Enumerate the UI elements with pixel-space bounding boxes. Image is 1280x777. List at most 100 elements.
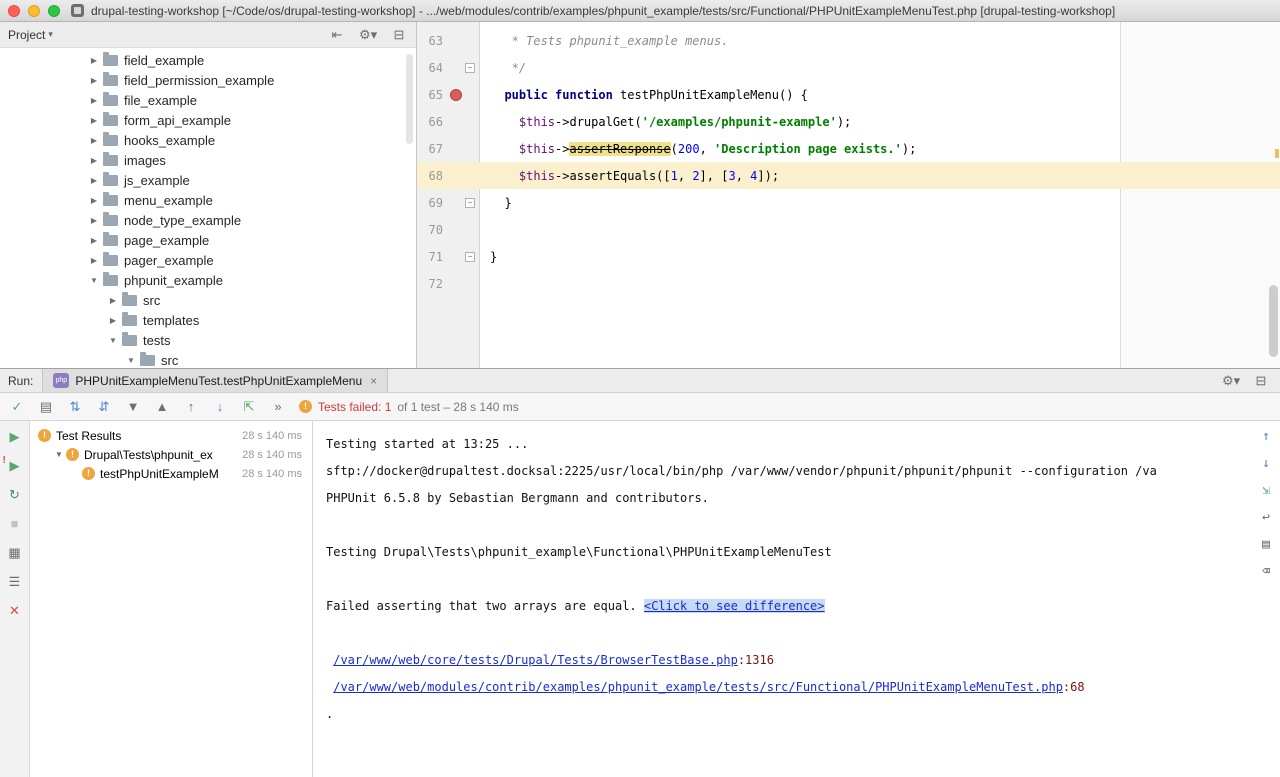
hide-panel-icon[interactable]: ⊟: [1252, 373, 1270, 389]
test-failed-icon: !: [66, 448, 79, 461]
chevron-right-icon[interactable]: ▶: [86, 136, 102, 145]
project-tree-item-phpunit_example[interactable]: ▼phpunit_example: [0, 270, 416, 290]
test-tree-item[interactable]: !Test Results28 s 140 ms: [30, 426, 312, 445]
project-tree-item-node_type_example[interactable]: ▶ node_type_example: [0, 210, 416, 230]
tree-item-label: page_example: [124, 233, 209, 248]
hide-panel-icon[interactable]: ⊟: [390, 27, 408, 43]
code-line-72[interactable]: 72: [417, 270, 1280, 297]
print-icon[interactable]: ▤: [1257, 537, 1275, 553]
run-tab[interactable]: php PHPUnitExampleMenuTest.testPhpUnitEx…: [42, 369, 388, 392]
editor-scrollbar[interactable]: [1269, 285, 1278, 357]
fold-icon[interactable]: −: [465, 63, 475, 73]
tree-item-label: node_type_example: [124, 213, 241, 228]
expand-all-icon[interactable]: ▼: [124, 399, 142, 415]
test-failed-gutter-icon[interactable]: [450, 89, 462, 101]
gutter-cell: 70: [417, 216, 480, 243]
console-link[interactable]: /var/www/web/core/tests/Drupal/Tests/Bro…: [333, 653, 738, 667]
toggle-auto-test-icon[interactable]: ↻: [6, 487, 24, 503]
project-tree-item-src[interactable]: ▶src: [0, 290, 416, 310]
settings-icon[interactable]: ⚙▾: [1222, 373, 1240, 389]
import-test-results-icon[interactable]: ⇱: [240, 399, 258, 415]
chevron-right-icon[interactable]: ▶: [105, 316, 121, 325]
chevron-right-icon[interactable]: ▶: [86, 256, 102, 265]
stop-icon[interactable]: ■: [6, 516, 24, 532]
project-tree-item-file_example[interactable]: ▶file_example: [0, 90, 416, 110]
code-line-64[interactable]: 64− */: [417, 54, 1280, 81]
fold-icon[interactable]: −: [465, 198, 475, 208]
code-line-70[interactable]: 70: [417, 216, 1280, 243]
project-tree-item-page_example[interactable]: ▶ page_example: [0, 230, 416, 250]
settings-icon[interactable]: ⚙▾: [359, 27, 377, 43]
chevron-down-icon[interactable]: ▾: [48, 29, 53, 40]
traffic-light-zoom[interactable]: [48, 5, 60, 17]
rerun-failed-tests-icon[interactable]: ▶!: [6, 458, 24, 474]
console-link[interactable]: <Click to see difference>: [644, 599, 825, 613]
rerun-test-icon[interactable]: ▶: [6, 429, 24, 445]
traffic-light-minimize[interactable]: [28, 5, 40, 17]
chevron-right-icon[interactable]: ▶: [86, 216, 102, 225]
project-tree-item-field_permission_example[interactable]: ▶field_permission_example: [0, 70, 416, 90]
project-tree-item-hooks_example[interactable]: ▶hooks_example: [0, 130, 416, 150]
show-console-icon[interactable]: ▤: [37, 399, 55, 415]
project-tree-item-pager_example[interactable]: ▶pager_example: [0, 250, 416, 270]
down-stacktrace-icon[interactable]: ↓: [1257, 456, 1275, 472]
soft-wrap-icon[interactable]: ↩: [1257, 510, 1275, 526]
project-tree-item-tests[interactable]: ▼tests: [0, 330, 416, 350]
chevron-right-icon[interactable]: ▶: [86, 196, 102, 205]
chevron-down-icon[interactable]: ▼: [86, 276, 102, 285]
code-line-65[interactable]: 65 public function testPhpUnitExampleMen…: [417, 81, 1280, 108]
jump-to-source-icon[interactable]: ⇲: [1257, 483, 1275, 499]
clear-console-icon[interactable]: ⌫: [1257, 564, 1275, 580]
test-tree-item[interactable]: !testPhpUnitExampleM28 s 140 ms: [30, 464, 312, 483]
test-tree-item[interactable]: ▼!Drupal\Tests\phpunit_ex28 s 140 ms: [30, 445, 312, 464]
traffic-light-close[interactable]: [8, 5, 20, 17]
warning-stripe-mark[interactable]: [1275, 149, 1279, 158]
chevron-right-icon[interactable]: ▶: [86, 96, 102, 105]
sort-alphabetically-icon[interactable]: ⇵: [95, 399, 113, 415]
project-scrollbar[interactable]: [406, 54, 413, 144]
project-tree-item-src[interactable]: ▼src: [0, 350, 416, 368]
toolbar-overflow-icon[interactable]: »: [269, 399, 287, 415]
chevron-right-icon[interactable]: ▶: [86, 56, 102, 65]
chevron-right-icon[interactable]: ▶: [86, 76, 102, 85]
chevron-right-icon[interactable]: ▶: [86, 116, 102, 125]
code-line-67[interactable]: 67 $this->assertResponse(200, 'Descripti…: [417, 135, 1280, 162]
chevron-down-icon[interactable]: ▼: [123, 356, 139, 365]
project-tree-item-menu_example[interactable]: ▶menu_example: [0, 190, 416, 210]
project-tree-item-form_api_example[interactable]: ▶form_api_example: [0, 110, 416, 130]
pin-tab-icon[interactable]: ☰: [6, 574, 24, 590]
test-console[interactable]: Testing started at 13:25 ...sftp://docke…: [313, 421, 1280, 777]
chevron-right-icon[interactable]: ▶: [86, 156, 102, 165]
fold-icon[interactable]: −: [465, 252, 475, 262]
next-failed-test-icon[interactable]: ↓: [211, 399, 229, 415]
code-line-66[interactable]: 66 $this->drupalGet('/examples/phpunit-e…: [417, 108, 1280, 135]
close-icon[interactable]: ×: [370, 374, 377, 388]
project-tree-item-field_example[interactable]: ▶field_example: [0, 50, 416, 70]
run-toolbar: ✓▤⇅⇵▼▲↑↓⇱» ! Tests failed: 1 of 1 test –…: [0, 393, 1280, 421]
previous-failed-test-icon[interactable]: ↑: [182, 399, 200, 415]
project-tree-item-templates[interactable]: ▶templates: [0, 310, 416, 330]
project-tree-item-js_example[interactable]: ▶js_example: [0, 170, 416, 190]
show-passed-icon[interactable]: ✓: [8, 399, 26, 415]
chevron-right-icon[interactable]: ▶: [86, 236, 102, 245]
close-icon[interactable]: ✕: [6, 603, 24, 619]
code-line-63[interactable]: 63 * Tests phpunit_example menus.: [417, 27, 1280, 54]
chevron-right-icon[interactable]: ▶: [105, 296, 121, 305]
chevron-down-icon[interactable]: ▼: [105, 336, 121, 345]
code-line-71[interactable]: 71−}: [417, 243, 1280, 270]
code-editor[interactable]: 63 * Tests phpunit_example menus.64− */6…: [417, 22, 1280, 368]
folder-icon: [103, 75, 118, 86]
code-line-68[interactable]: 68 $this->assertEquals([1, 2], [3, 4]);: [417, 162, 1280, 189]
chevron-right-icon[interactable]: ▶: [86, 176, 102, 185]
up-stacktrace-icon[interactable]: ↑: [1257, 429, 1275, 445]
code-line-69[interactable]: 69− }: [417, 189, 1280, 216]
sort-by-duration-icon[interactable]: ⇅: [66, 399, 84, 415]
restore-layout-icon[interactable]: ▦: [6, 545, 24, 561]
collapse-all-icon[interactable]: ⇤: [328, 27, 346, 43]
project-tree-item-images[interactable]: ▶images: [0, 150, 416, 170]
test-duration: 28 s 140 ms: [236, 468, 302, 480]
chevron-down-icon[interactable]: ▼: [52, 450, 66, 459]
collapse-all-icon[interactable]: ▲: [153, 399, 171, 415]
console-link[interactable]: /var/www/web/modules/contrib/examples/ph…: [333, 680, 1063, 694]
project-header-label[interactable]: Project: [8, 28, 45, 42]
